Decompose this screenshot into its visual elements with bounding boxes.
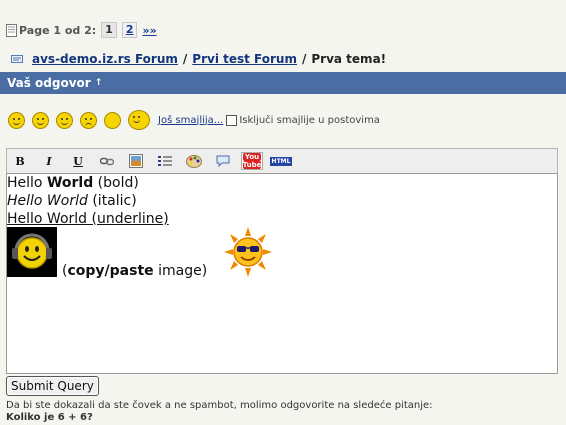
editor-toolbar: B I U You Tube HTML bbox=[6, 148, 558, 173]
smilies-bar: Još smajlija... Isključi smajlije u post… bbox=[8, 108, 380, 132]
collapse-arrow-icon[interactable]: ↑ bbox=[95, 78, 103, 88]
current-page: 1 bbox=[101, 22, 117, 38]
italic-button[interactable]: I bbox=[39, 152, 59, 170]
editor-text: Hello bbox=[7, 175, 47, 191]
smile-icon[interactable] bbox=[8, 111, 25, 129]
editor-underline-text: Hello World (underline) bbox=[7, 211, 169, 227]
sun-sunglasses-image bbox=[222, 227, 274, 281]
editor-line-image: (copy/paste image) bbox=[62, 262, 207, 280]
message-editor[interactable]: Hello World (bold) Hello World (italic) … bbox=[6, 173, 558, 374]
editor-bold-text: copy/paste bbox=[67, 263, 154, 279]
breadcrumb-site-link[interactable]: avs-demo.iz.rs Forum bbox=[32, 52, 178, 66]
disable-smilies-label: Isključi smajlije u postovima bbox=[239, 114, 380, 126]
thumbs-up-icon[interactable] bbox=[128, 110, 150, 130]
editor-line-bold: Hello World (bold) bbox=[7, 174, 139, 192]
breadcrumb-topic: Prva tema! bbox=[311, 52, 387, 66]
editor-bold-text: World bbox=[46, 175, 94, 191]
blank-icon[interactable] bbox=[104, 111, 121, 129]
youtube-icon-top-text: You bbox=[242, 153, 262, 161]
next-pages-link[interactable]: »» bbox=[142, 24, 156, 37]
grin-icon[interactable] bbox=[32, 111, 49, 129]
link-icon[interactable] bbox=[97, 152, 117, 170]
disable-smilies-checkbox[interactable] bbox=[226, 114, 238, 126]
antispam-question: Koliko je 6 + 6? bbox=[6, 412, 93, 423]
pasted-headphones-smiley-image bbox=[7, 227, 57, 277]
color-palette-icon[interactable] bbox=[184, 152, 204, 170]
pagination-label: Page 1 od 2: bbox=[19, 23, 97, 37]
image-icon[interactable] bbox=[126, 152, 146, 170]
smilies-options: Još smajlija... Isključi smajlije u post… bbox=[158, 114, 380, 126]
tongue-icon[interactable] bbox=[56, 111, 73, 129]
breadcrumb: avs-demo.iz.rs Forum / Prvi test Forum /… bbox=[11, 50, 386, 68]
forum-icon bbox=[11, 55, 23, 63]
bold-button[interactable]: B bbox=[10, 152, 30, 170]
reply-header: Vaš odgovor ↑ bbox=[0, 72, 566, 94]
editor-line-underline: Hello World (underline) bbox=[7, 210, 169, 228]
editor-italic-text: Hello World bbox=[7, 193, 88, 209]
quote-icon[interactable] bbox=[213, 152, 233, 170]
antispam-note: Da bi ste dokazali da ste čovek a ne spa… bbox=[6, 400, 433, 411]
youtube-icon[interactable]: You Tube bbox=[240, 152, 264, 170]
list-icon[interactable] bbox=[155, 152, 175, 170]
editor-line-italic: Hello World (italic) bbox=[7, 192, 137, 210]
html-icon[interactable]: HTML bbox=[269, 152, 293, 170]
submit-button[interactable]: Submit Query bbox=[6, 376, 99, 396]
editor-text: image) bbox=[153, 263, 208, 279]
reply-header-title: Vaš odgovor bbox=[7, 76, 91, 90]
document-icon bbox=[6, 23, 17, 37]
youtube-icon-bottom-text: Tube bbox=[242, 161, 262, 169]
breadcrumb-forum-link[interactable]: Prvi test Forum bbox=[192, 52, 297, 66]
page-2-link[interactable]: 2 bbox=[121, 22, 138, 38]
breadcrumb-separator: / bbox=[301, 52, 307, 66]
editor-text: (bold) bbox=[93, 175, 139, 191]
breadcrumb-separator: / bbox=[182, 52, 188, 66]
editor-text: (italic) bbox=[87, 193, 137, 209]
pagination: Page 1 od 2: 1 2 »» bbox=[6, 20, 157, 40]
html-icon-text: HTML bbox=[269, 156, 293, 166]
more-smilies-link[interactable]: Još smajlija... bbox=[158, 115, 223, 126]
sad-icon[interactable] bbox=[80, 111, 97, 129]
underline-button[interactable]: U bbox=[68, 152, 88, 170]
